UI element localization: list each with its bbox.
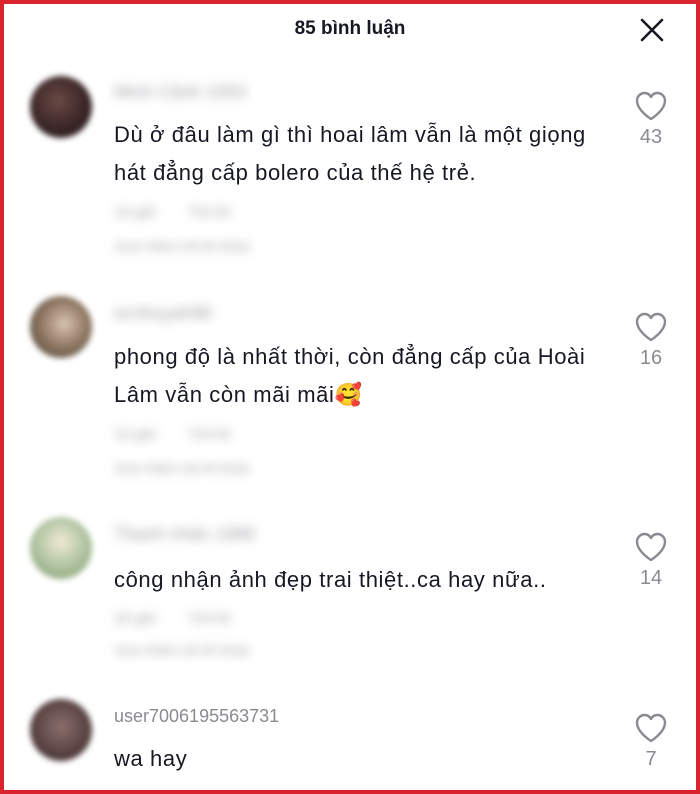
avatar[interactable]	[30, 296, 92, 358]
comment-meta: 10 giờ Trả lời	[114, 426, 259, 443]
view-replies-button[interactable]: Xem thêm trả lời khác	[114, 460, 300, 482]
heart-icon	[635, 532, 667, 562]
like-button[interactable]: 7	[626, 712, 676, 771]
reply-button[interactable]: Trả lời	[188, 610, 231, 627]
comments-header: 85 bình luận	[0, 0, 700, 60]
avatar[interactable]	[30, 517, 92, 579]
like-count: 7	[645, 748, 657, 770]
username[interactable]: user7006195563731	[114, 706, 279, 727]
like-count: 43	[639, 126, 663, 148]
avatar[interactable]	[30, 699, 92, 761]
comment-meta: 10 giờ Trả lời	[114, 204, 259, 221]
comment-count-title: 85 bình luận	[294, 18, 406, 39]
comment-time: 10 giờ	[114, 426, 157, 443]
heart-icon	[635, 713, 667, 743]
view-replies-button[interactable]: Xem thêm trả lời khác	[114, 642, 300, 664]
username[interactable]: Thanh nhân 1996	[114, 524, 255, 545]
comment-time: 20 giờ	[114, 610, 157, 627]
like-count: 14	[639, 567, 663, 589]
reply-button[interactable]: Trả lời	[188, 426, 231, 443]
like-button[interactable]: 14	[626, 531, 676, 590]
heart-icon	[635, 91, 667, 121]
comment-text: Dù ở đâu làm gì thì hoai lâm vẫn là một …	[114, 122, 586, 185]
like-button[interactable]: 43	[626, 90, 676, 149]
heart-icon	[635, 312, 667, 342]
username[interactable]: ecnhuyah90	[114, 303, 212, 324]
comment-text: công nhận ảnh đẹp trai thiệt..ca hay nữa…	[114, 567, 547, 592]
username[interactable]: Minh Cảnh 1003	[114, 82, 246, 103]
like-count: 16	[639, 347, 663, 369]
close-icon[interactable]	[636, 14, 668, 46]
comment-text: phong độ là nhất thời, còn đẳng cấp của …	[114, 344, 586, 407]
comment-time: 10 giờ	[114, 204, 157, 221]
avatar[interactable]	[30, 76, 92, 138]
view-replies-button[interactable]: Xem thêm trả lời khác	[114, 238, 300, 260]
comment-text: wa hay	[114, 746, 188, 771]
reply-button[interactable]: Trả lời	[188, 204, 231, 221]
comment-meta: 20 giờ Trả lời	[114, 610, 259, 627]
like-button[interactable]: 16	[626, 311, 676, 370]
